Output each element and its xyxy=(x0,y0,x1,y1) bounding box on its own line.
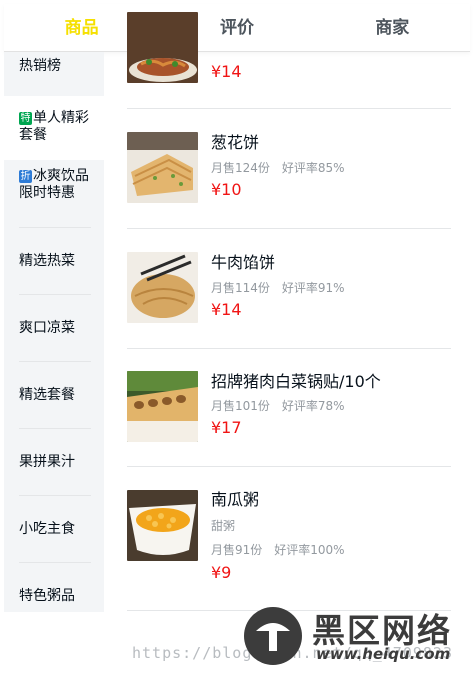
food-stats: 月售101份 好评率78% xyxy=(211,399,345,413)
food-image xyxy=(127,490,198,561)
food-stats: 月售91份 好评率100% xyxy=(211,543,345,557)
food-stats: 月售124份 好评率85% xyxy=(211,161,345,175)
tab-bar: 商品 评价 商家 xyxy=(4,4,470,52)
food-image xyxy=(127,252,198,323)
food-item[interactable]: 招牌猪肉白菜锅贴/10个 月售101份 好评率78% ¥17 xyxy=(127,348,451,466)
menu-item-cold-dishes[interactable]: 爽口凉菜 xyxy=(4,295,104,362)
food-name: 牛肉馅饼 xyxy=(211,253,276,272)
food-item[interactable]: 牛肉馅饼 月售114份 好评率91% ¥14 xyxy=(127,228,451,348)
food-price: ¥9 xyxy=(211,563,232,582)
food-sales: 月售114份 xyxy=(211,281,270,295)
menu-item-label: 精选套餐 xyxy=(19,387,75,403)
special-badge-icon: 特 xyxy=(19,112,32,125)
menu-item-set-meals[interactable]: 精选套餐 xyxy=(4,362,104,429)
watermark-site-url: www.heiqu.com xyxy=(316,645,451,663)
menu-item-label: 小吃主食 xyxy=(19,521,75,537)
food-rating: 好评率91% xyxy=(281,281,345,295)
menu-item-label: 热销榜 xyxy=(19,58,61,74)
menu-item-label: 特色粥品 xyxy=(19,588,75,604)
food-name: 南瓜粥 xyxy=(211,490,260,509)
food-price: ¥17 xyxy=(211,418,242,437)
food-description: 甜粥 xyxy=(211,519,236,533)
menu-item-hot-dishes[interactable]: 精选热菜 xyxy=(4,228,104,295)
food-sales: 月售124份 xyxy=(211,161,270,175)
food-price: ¥10 xyxy=(211,180,242,199)
category-menu: 热销榜 特单人精彩套餐 折冰爽饮品限时特惠 精选热菜 爽口凉菜 精选套餐 果拼果… xyxy=(4,52,104,612)
food-name: 葱花饼 xyxy=(211,133,260,152)
food-rating: 好评率100% xyxy=(274,543,345,557)
food-price: ¥14 xyxy=(211,62,242,81)
menu-item-label: 精选热菜 xyxy=(19,253,75,269)
food-item[interactable]: ¥14 xyxy=(127,12,451,108)
food-item[interactable]: 南瓜粥 甜粥 月售91份 好评率100% ¥9 xyxy=(127,466,451,610)
food-sales: 月售91份 xyxy=(211,543,263,557)
menu-item-porridge[interactable]: 特色粥品 xyxy=(4,563,104,612)
food-stats: 月售114份 好评率91% xyxy=(211,281,345,295)
tab-seller[interactable]: 商家 xyxy=(315,4,470,52)
food-image xyxy=(127,371,198,442)
menu-item-hot[interactable]: 热销榜 xyxy=(4,52,104,96)
food-item[interactable]: 葱花饼 月售124份 好评率85% ¥10 xyxy=(127,108,451,228)
food-price: ¥14 xyxy=(211,300,242,319)
menu-item-snacks[interactable]: 小吃主食 xyxy=(4,496,104,563)
menu-item-label: 果拼果汁 xyxy=(19,454,75,470)
food-image xyxy=(127,12,198,83)
heiqu-logo-icon xyxy=(244,607,302,665)
food-sales: 月售101份 xyxy=(211,399,270,413)
food-name: 招牌猪肉白菜锅贴/10个 xyxy=(211,372,381,391)
food-image xyxy=(127,132,198,203)
menu-item-cold-drinks[interactable]: 折冰爽饮品限时特惠 xyxy=(4,160,104,228)
discount-badge-icon: 折 xyxy=(19,170,32,183)
menu-item-single-set[interactable]: 特单人精彩套餐 xyxy=(4,96,104,160)
food-rating: 好评率85% xyxy=(281,161,345,175)
food-rating: 好评率78% xyxy=(281,399,345,413)
menu-item-label: 爽口凉菜 xyxy=(19,320,75,336)
menu-item-fruit-juice[interactable]: 果拼果汁 xyxy=(4,429,104,496)
